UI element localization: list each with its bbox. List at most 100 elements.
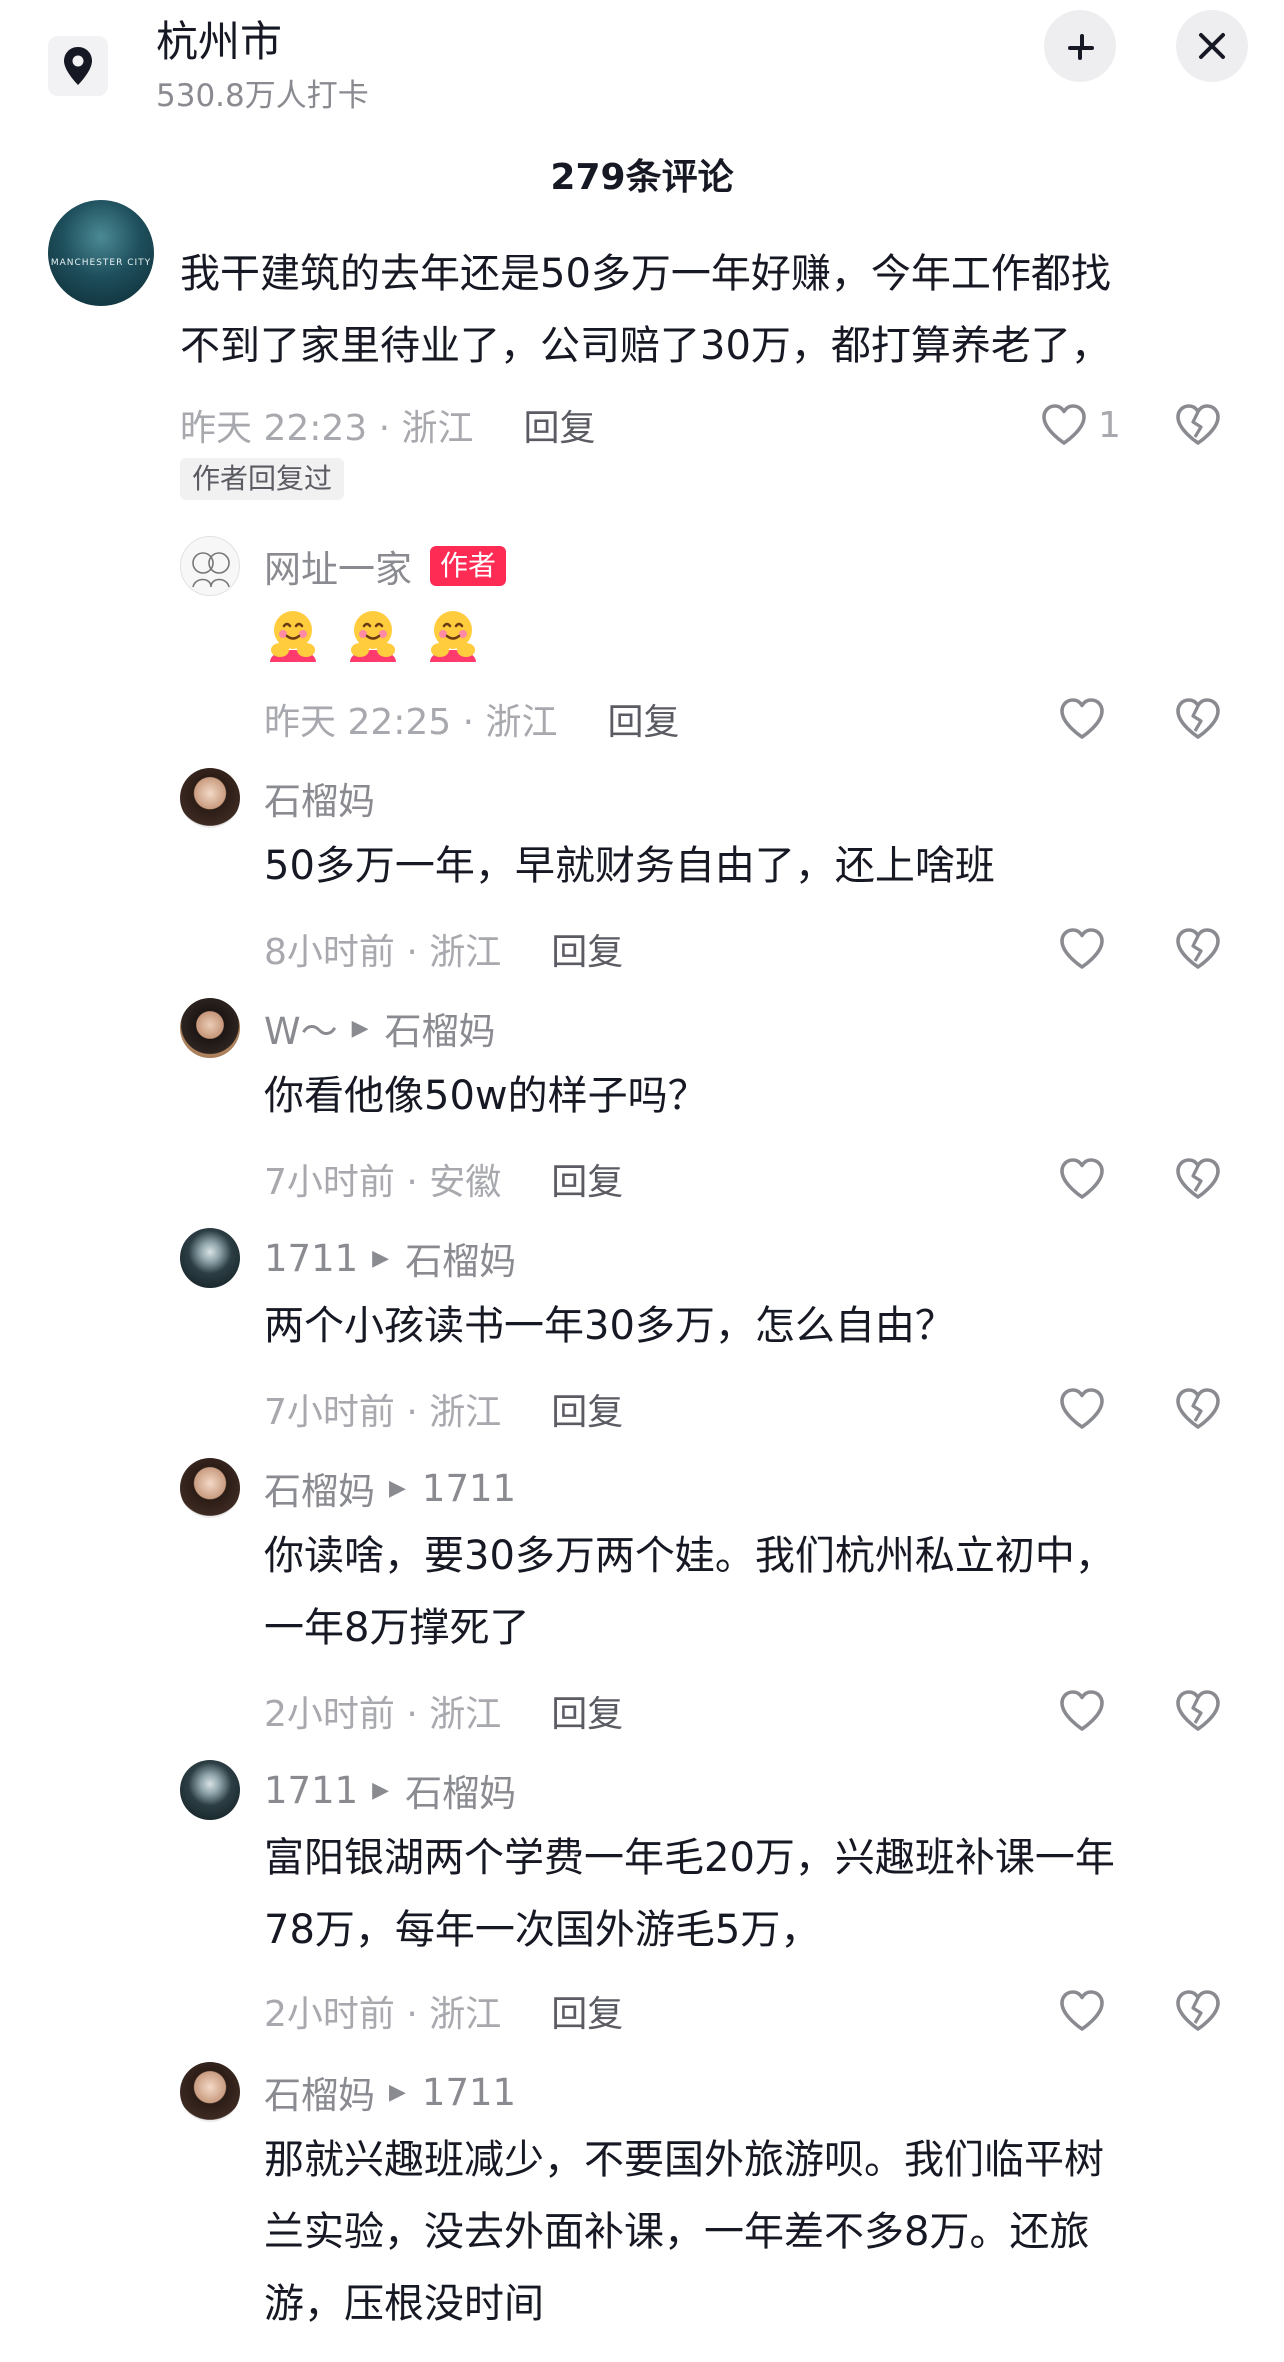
broken-heart-icon	[1176, 1388, 1220, 1429]
heart-outline-icon	[1060, 698, 1104, 739]
comment-text-line: 不到了家里待业了，公司赔了30万，都打算养老了，	[180, 323, 1111, 369]
hugging-face-emoji	[350, 611, 396, 662]
comment-text[interactable]: 我干建筑的去年还是50多万一年好赚，今年工作都找 不到了家里待业了，公司赔了30…	[180, 238, 1240, 382]
reply-button[interactable]: 回复	[551, 1685, 623, 1737]
reply-to-username[interactable]: 石榴妈	[405, 1231, 516, 1285]
comment-meta: 昨天 22:23 · 浙江 回复	[180, 400, 596, 450]
reply-to-username[interactable]: 1711	[422, 2071, 516, 2114]
like-button[interactable]	[1058, 1983, 1106, 2039]
broken-heart-icon	[1176, 928, 1220, 969]
username[interactable]: W～	[264, 1001, 338, 1055]
reply-header: W～ ▶ 石榴妈	[264, 1001, 496, 1055]
dislike-button[interactable]	[1174, 1151, 1222, 1207]
username[interactable]: 石榴妈	[264, 1461, 375, 1515]
like-count: 1	[1098, 404, 1121, 446]
avatar-caption: MANCHESTER CITY	[50, 258, 152, 268]
like-button[interactable]	[1058, 1151, 1106, 1207]
emoji-row	[264, 606, 482, 664]
reply-button[interactable]: 回复	[524, 399, 596, 451]
reply-text-line: 富阳银湖两个学费一年毛20万，兴趣班补课一年	[264, 1835, 1115, 1881]
reply-meta: 7小时前 · 安徽 回复	[264, 1154, 623, 1204]
reply-button[interactable]: 回复	[551, 1153, 623, 1205]
reply-meta: 昨天 22:25 · 浙江 回复	[264, 694, 680, 744]
like-button[interactable]: 1	[1040, 397, 1121, 453]
triangle-right-icon: ▶	[351, 1015, 369, 1041]
reply-text[interactable]: 50多万一年，早就财务自由了，还上啥班	[264, 830, 1224, 902]
avatar[interactable]	[180, 1760, 240, 1820]
heart-outline-icon	[1060, 1690, 1104, 1731]
dislike-button[interactable]	[1174, 1983, 1222, 2039]
broken-heart-icon	[1176, 1158, 1220, 1199]
username[interactable]: 1711	[264, 1769, 358, 1812]
broken-heart-icon	[1176, 404, 1220, 445]
reply-button[interactable]: 回复	[551, 923, 623, 975]
reply-text-line: 一年8万撑死了	[264, 1605, 530, 1651]
reply-text[interactable]: 那就兴趣班减少，不要国外旅游呗。我们临平树 兰实验，没去外面补课，一年差不多8万…	[264, 2124, 1224, 2340]
avatar[interactable]	[180, 1458, 240, 1518]
username[interactable]: 1711	[264, 1237, 358, 1280]
triangle-right-icon: ▶	[372, 1245, 390, 1271]
reply-text-line: 那就兴趣班减少，不要国外旅游呗。我们临平树	[264, 2137, 1104, 2183]
reply-to-username[interactable]: 石榴妈	[405, 1763, 516, 1817]
triangle-right-icon: ▶	[372, 1777, 390, 1803]
heart-outline-icon	[1060, 1158, 1104, 1199]
broken-heart-icon	[1176, 1990, 1220, 2031]
reply-meta: 2小时前 · 浙江 回复	[264, 1686, 623, 1736]
reply-text[interactable]: 你看他像50w的样子吗？	[264, 1060, 1224, 1132]
like-button[interactable]	[1058, 691, 1106, 747]
avatar[interactable]	[180, 536, 240, 596]
avatar[interactable]	[180, 1228, 240, 1288]
reply-text-line: 你看他像50w的样子吗？	[264, 1073, 708, 1119]
reply-button[interactable]: 回复	[551, 1383, 623, 1435]
avatar[interactable]	[180, 998, 240, 1058]
reply-header: 石榴妈	[264, 771, 375, 825]
reply-meta: 8小时前 · 浙江 回复	[264, 924, 623, 974]
reply-text[interactable]: 富阳银湖两个学费一年毛20万，兴趣班补课一年 78万，每年一次国外游毛5万，	[264, 1822, 1224, 1966]
reply-header: 网址一家 作者	[264, 539, 507, 593]
reply-time: 2小时前 · 浙江	[264, 1994, 502, 2035]
reply-header: 1711 ▶ 石榴妈	[264, 1231, 516, 1285]
username[interactable]: 石榴妈	[264, 2065, 375, 2119]
author-replied-chip: 作者回复过	[180, 458, 345, 500]
dislike-button[interactable]	[1174, 921, 1222, 977]
reply-time: 7小时前 · 浙江	[264, 1392, 502, 1433]
reply-text-line: 50多万一年，早就财务自由了，还上啥班	[264, 843, 995, 889]
reply-meta: 2小时前 · 浙江 回复	[264, 1986, 623, 2036]
like-button[interactable]	[1058, 921, 1106, 977]
reply-time: 7小时前 · 安徽	[264, 1162, 502, 1203]
reply-text-line: 游，压根没时间	[264, 2281, 544, 2327]
comment-text-line: 我干建筑的去年还是50多万一年好赚，今年工作都找	[180, 251, 1111, 297]
hugging-face-emoji	[430, 611, 476, 662]
reply-button[interactable]: 回复	[608, 693, 680, 745]
avatar[interactable]	[180, 2062, 240, 2122]
dislike-button[interactable]	[1174, 1381, 1222, 1437]
reply-to-username[interactable]: 1711	[422, 1467, 516, 1510]
reply-text[interactable]: 两个小孩读书一年30多万，怎么自由？	[264, 1290, 1224, 1362]
heart-outline-icon	[1060, 1990, 1104, 2031]
avatar[interactable]	[180, 768, 240, 828]
dislike-button[interactable]	[1174, 397, 1222, 453]
reply-time: 昨天 22:25 · 浙江	[264, 702, 558, 743]
username[interactable]: 网址一家	[264, 539, 412, 593]
reply-button[interactable]: 回复	[551, 1985, 623, 2037]
dislike-button[interactable]	[1174, 691, 1222, 747]
broken-heart-icon	[1176, 698, 1220, 739]
like-button[interactable]	[1058, 1381, 1106, 1437]
reply-time: 2小时前 · 浙江	[264, 1694, 502, 1735]
like-button[interactable]	[1058, 1683, 1106, 1739]
username[interactable]: 石榴妈	[264, 771, 375, 825]
reply-header: 石榴妈 ▶ 1711	[264, 1461, 516, 1515]
reply-text-line: 你读啥，要30多万两个娃。我们杭州私立初中，	[264, 1533, 1115, 1579]
dislike-button[interactable]	[1174, 1683, 1222, 1739]
reply-text-line: 78万，每年一次国外游毛5万，	[264, 1907, 821, 1953]
avatar[interactable]: MANCHESTER CITY	[48, 200, 154, 306]
reply-to-username[interactable]: 石榴妈	[385, 1001, 496, 1055]
reply-text-line: 兰实验，没去外面补课，一年差不多8万。还旅	[264, 2209, 1090, 2255]
heart-outline-icon	[1060, 1388, 1104, 1429]
reply-text[interactable]: 你读啥，要30多万两个娃。我们杭州私立初中， 一年8万撑死了	[264, 1520, 1224, 1664]
reply-text-line: 两个小孩读书一年30多万，怎么自由？	[264, 1303, 955, 1349]
comment-list: MANCHESTER CITY 我干建筑的去年还是50多万一年好赚，今年工作都找…	[0, 0, 1284, 2362]
reply-meta: 7小时前 · 浙江 回复	[264, 1384, 623, 1434]
heart-outline-icon	[1042, 404, 1086, 445]
triangle-right-icon: ▶	[389, 2079, 406, 2105]
